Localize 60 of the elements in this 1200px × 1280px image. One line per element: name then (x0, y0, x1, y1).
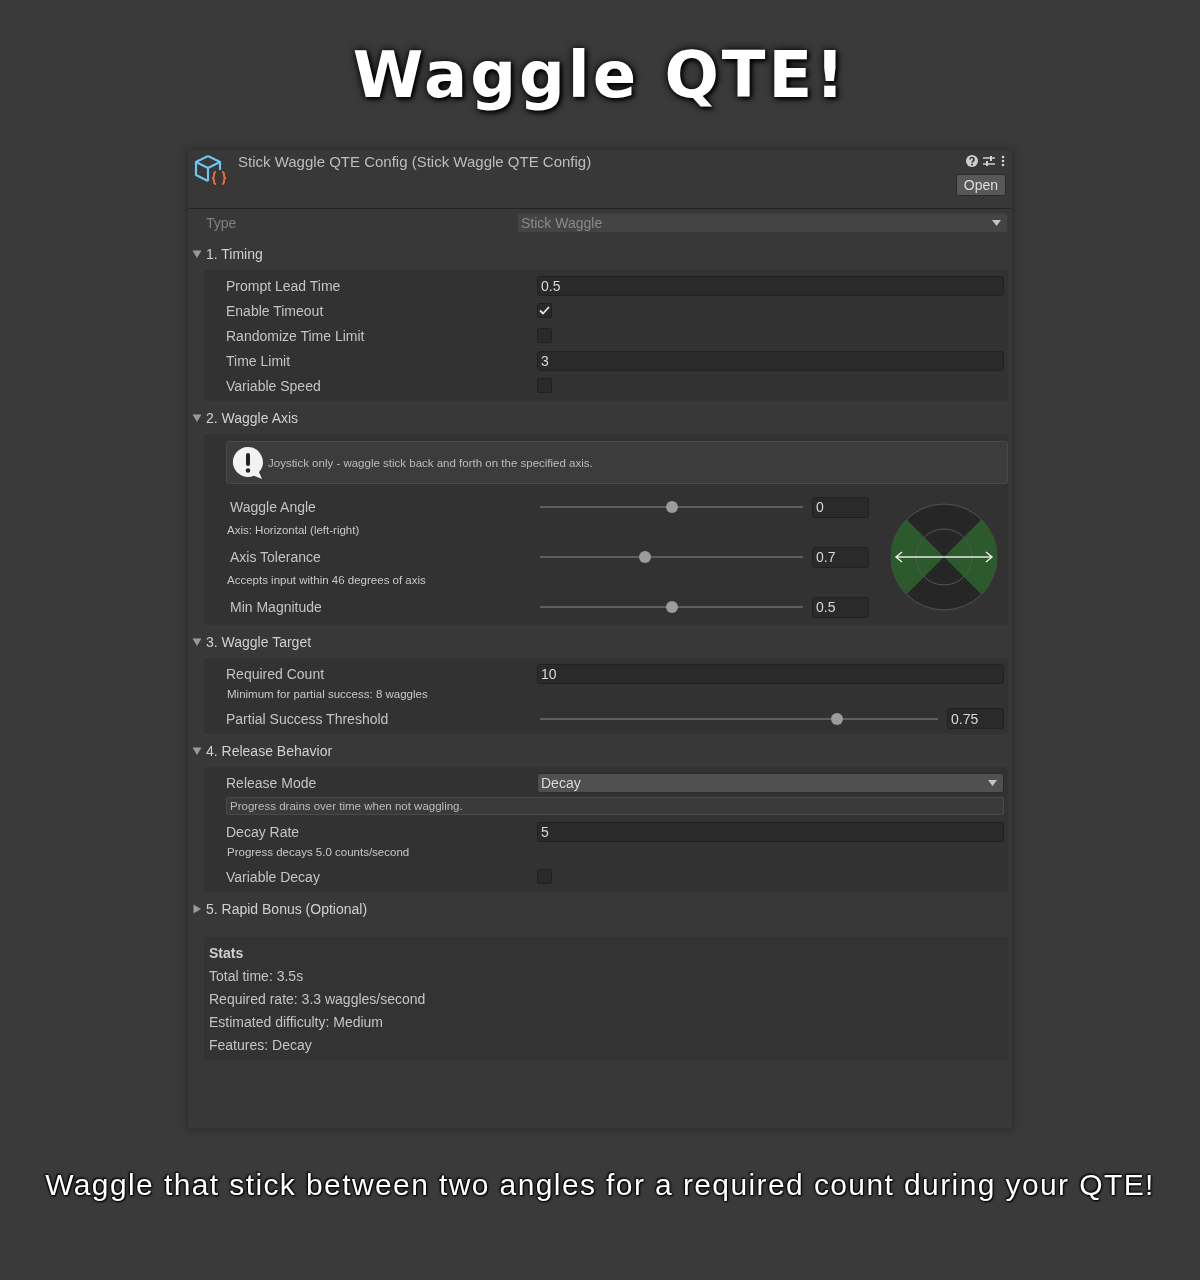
foldout-arrow-icon[interactable] (192, 248, 202, 259)
foldout-arrow-icon[interactable] (192, 636, 202, 647)
field-label: Variable Speed (226, 377, 322, 394)
help-text: Joystick only - waggle stick back and forth on the specified axis. (268, 456, 593, 469)
menu-icon[interactable] (1000, 155, 1006, 167)
section-header[interactable]: 5. Rapid Bonus (Optional) (188, 892, 1012, 925)
field-label: Time Limit (226, 352, 292, 369)
alert-icon (232, 445, 264, 480)
caret-icon (992, 220, 1001, 226)
hint-text: Minimum for partial success: 8 waggles (226, 687, 429, 702)
field-label: Enable Timeout (226, 302, 325, 319)
open-button[interactable]: Open (955, 174, 1006, 196)
input-field[interactable]: 3 (537, 350, 1004, 371)
settings-icon[interactable] (982, 155, 996, 167)
hint-text: Axis: Horizontal (left-right) (226, 523, 361, 538)
foldout-arrow-icon[interactable] (192, 745, 202, 756)
section-header[interactable]: 3. Waggle Target (188, 625, 1012, 658)
slider-thumb[interactable] (665, 601, 678, 613)
field-label: Required Count (226, 665, 326, 682)
field-label: Type (206, 215, 238, 231)
field-label: Partial Success Threshold (226, 710, 390, 727)
field-label: Prompt Lead Time (226, 277, 342, 294)
field-label: Waggle Angle (230, 499, 317, 515)
slider-thumb[interactable] (830, 712, 843, 725)
info-text: Progress drains over time when not waggling. (226, 797, 1004, 815)
stat-line: Features: Decay (209, 1036, 313, 1055)
stat-line: Total time: 3.5s (209, 967, 305, 986)
input-field[interactable]: 0.7 (812, 546, 869, 568)
section-header[interactable]: 2. Waggle Axis (188, 401, 1012, 434)
field-label: Min Magnitude (230, 599, 323, 615)
hint-text: Accepts input within 46 degrees of axis (226, 573, 427, 588)
script-cube-icon (194, 154, 228, 188)
asset-title: Stick Waggle QTE Config (Stick Waggle QTE Config) (238, 153, 593, 172)
input-field[interactable]: 0.5 (812, 596, 869, 618)
slider-thumb[interactable] (639, 551, 652, 563)
caret-icon (988, 779, 997, 786)
help-icon[interactable] (966, 155, 978, 167)
input-field[interactable]: 10 (537, 663, 1004, 684)
input-field[interactable]: 0.75 (947, 708, 1004, 729)
input-field[interactable]: 0.5 (537, 275, 1004, 296)
slider-thumb[interactable] (665, 501, 678, 513)
section-header[interactable]: 4. Release Behavior (188, 734, 1012, 767)
stat-line: Required rate: 3.3 waggles/second (209, 990, 427, 1009)
stat-line: Estimated difficulty: Medium (209, 1013, 385, 1032)
input-field[interactable]: 0 (812, 496, 869, 518)
checkbox[interactable] (537, 303, 552, 318)
dropdown[interactable]: Decay (537, 772, 1004, 793)
field-label: Release Mode (226, 774, 318, 791)
foldout-arrow-icon[interactable] (192, 412, 202, 423)
field-label: Randomize Time Limit (226, 327, 366, 344)
stats-title: Stats (209, 944, 245, 963)
foldout-arrow-icon[interactable] (192, 903, 202, 914)
caption: Waggle that stick between two angles for a required count during your QTE! (44, 1168, 1156, 1202)
field-label: Variable Decay (226, 868, 321, 885)
field-label: Decay Rate (226, 823, 301, 840)
field-label: Axis Tolerance (230, 549, 322, 565)
page-title: Waggle QTE! (352, 38, 848, 112)
input-field[interactable]: 5 (537, 821, 1004, 842)
hint-text: Progress decays 5.0 counts/second (226, 845, 411, 860)
section-header[interactable]: 1. Timing (188, 237, 1012, 270)
